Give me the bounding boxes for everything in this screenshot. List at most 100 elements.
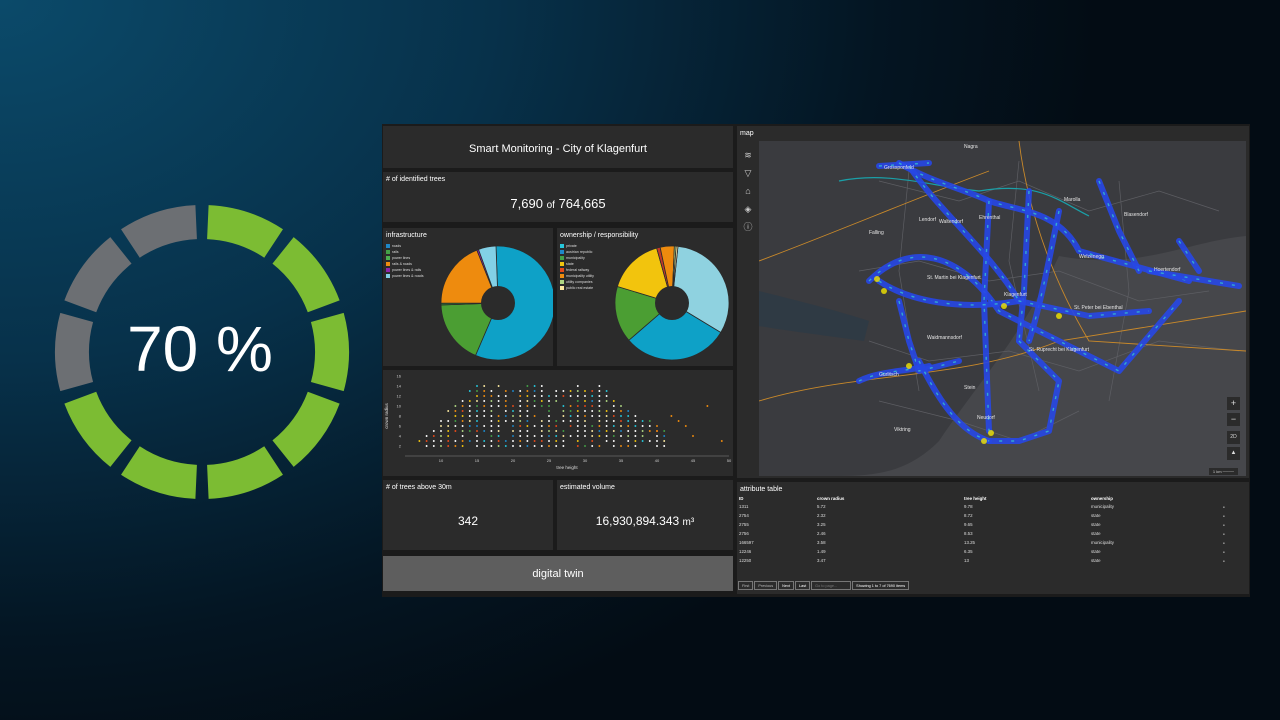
scatter-point[interactable] — [620, 410, 622, 412]
scatter-point[interactable] — [576, 405, 579, 407]
scatter-point[interactable] — [504, 395, 507, 397]
scatter-point[interactable] — [504, 410, 507, 412]
scatter-point[interactable] — [591, 435, 594, 437]
scatter-point[interactable] — [425, 445, 428, 447]
scatter-point[interactable] — [447, 410, 450, 412]
previous-page-button[interactable]: Previous — [754, 581, 778, 590]
scatter-point[interactable] — [648, 420, 651, 422]
scatter-point[interactable] — [598, 445, 601, 447]
scatter-point[interactable] — [468, 405, 471, 407]
scatter-point[interactable] — [706, 405, 709, 407]
scatter-point[interactable] — [461, 410, 464, 412]
scatter-point[interactable] — [512, 445, 514, 447]
scatter-point[interactable] — [605, 435, 608, 437]
go-to-page-input[interactable]: Go to page... — [811, 581, 852, 590]
scatter-point[interactable] — [512, 425, 514, 427]
scatter-point[interactable] — [440, 435, 442, 437]
scatter-point[interactable] — [490, 440, 493, 442]
scatter-point[interactable] — [504, 445, 507, 447]
scatter-point[interactable] — [440, 440, 442, 442]
scatter-point[interactable] — [519, 445, 522, 447]
scatter-point[interactable] — [627, 425, 630, 427]
zoom-to-feature-icon[interactable]: ● — [1223, 520, 1239, 529]
scatter-point[interactable] — [476, 385, 478, 387]
scatter-point[interactable] — [533, 440, 536, 442]
scatter-point[interactable] — [576, 395, 579, 397]
scatter-point[interactable] — [720, 440, 723, 442]
scatter-point[interactable] — [526, 385, 529, 387]
scatter-point[interactable] — [447, 435, 450, 437]
scatter-point[interactable] — [562, 440, 565, 442]
scatter-point[interactable] — [461, 425, 464, 427]
scatter-point[interactable] — [476, 405, 478, 407]
scatter-point[interactable] — [641, 430, 644, 432]
scatter-point[interactable] — [440, 425, 442, 427]
scatter-point[interactable] — [591, 430, 594, 432]
scatter-point[interactable] — [641, 440, 644, 442]
scatter-point[interactable] — [526, 395, 529, 397]
scatter-point[interactable] — [548, 440, 550, 442]
scatter-point[interactable] — [612, 425, 615, 427]
scatter-point[interactable] — [648, 440, 651, 442]
scatter-point[interactable] — [483, 425, 486, 427]
scatter-point[interactable] — [483, 445, 486, 447]
scatter-point[interactable] — [569, 420, 572, 422]
view-mode-button[interactable]: 2D — [1227, 431, 1240, 444]
scatter-point[interactable] — [533, 415, 536, 417]
scatter-point[interactable] — [548, 425, 550, 427]
scatter-point[interactable] — [569, 395, 572, 397]
scatter-point[interactable] — [670, 415, 673, 417]
scatter-point[interactable] — [447, 425, 450, 427]
scatter-point[interactable] — [519, 400, 522, 402]
scatter-point[interactable] — [627, 435, 630, 437]
scatter-point[interactable] — [548, 395, 550, 397]
scatter-point[interactable] — [648, 425, 651, 427]
scatter-point[interactable] — [454, 420, 457, 422]
scatter-point[interactable] — [663, 440, 666, 442]
zoom-to-feature-icon[interactable]: ● — [1223, 538, 1239, 547]
scatter-point[interactable] — [591, 410, 594, 412]
scatter-point[interactable] — [612, 430, 615, 432]
scatter-point[interactable] — [483, 385, 486, 387]
scatter-point[interactable] — [584, 420, 586, 422]
scatter-point[interactable] — [605, 395, 608, 397]
scatter-point[interactable] — [584, 405, 586, 407]
scatter-point[interactable] — [620, 420, 622, 422]
scatter-point[interactable] — [584, 425, 586, 427]
scatter-point[interactable] — [569, 390, 572, 392]
scatter-point[interactable] — [598, 420, 601, 422]
scatter-point[interactable] — [627, 420, 630, 422]
scatter-point[interactable] — [519, 405, 522, 407]
scatter-point[interactable] — [461, 440, 464, 442]
scatter-point[interactable] — [512, 390, 514, 392]
scatter-point[interactable] — [519, 395, 522, 397]
table-row[interactable]: 2756 2.46 8.53 state ● — [739, 529, 1239, 538]
scatter-point[interactable] — [490, 425, 493, 427]
zoom-to-feature-icon[interactable]: ● — [1223, 547, 1239, 556]
scatter-point[interactable] — [634, 435, 637, 437]
scatter-point[interactable] — [598, 430, 601, 432]
scatter-point[interactable] — [526, 425, 529, 427]
scatter-point[interactable] — [584, 400, 586, 402]
scatter-point[interactable] — [468, 420, 471, 422]
scatter-point[interactable] — [490, 410, 493, 412]
scatter-point[interactable] — [605, 390, 608, 392]
scatter-point[interactable] — [540, 390, 543, 392]
scatter-point[interactable] — [512, 415, 514, 417]
scatter-point[interactable] — [677, 420, 680, 422]
scatter-point[interactable] — [684, 425, 687, 427]
scatter-point[interactable] — [512, 410, 514, 412]
scatter-point[interactable] — [634, 415, 637, 417]
scatter-point[interactable] — [497, 440, 500, 442]
scatter-point[interactable] — [591, 395, 594, 397]
scatter-point[interactable] — [519, 440, 522, 442]
compass-button[interactable]: ▲ — [1227, 447, 1240, 460]
scatter-point[interactable] — [497, 405, 500, 407]
scatter-point[interactable] — [591, 440, 594, 442]
zoom-to-feature-icon[interactable]: ● — [1223, 502, 1239, 511]
scatter-point[interactable] — [598, 400, 601, 402]
scatter-point[interactable] — [504, 440, 507, 442]
scatter-point[interactable] — [620, 405, 622, 407]
scatter-point[interactable] — [562, 390, 565, 392]
scatter-point[interactable] — [627, 440, 630, 442]
